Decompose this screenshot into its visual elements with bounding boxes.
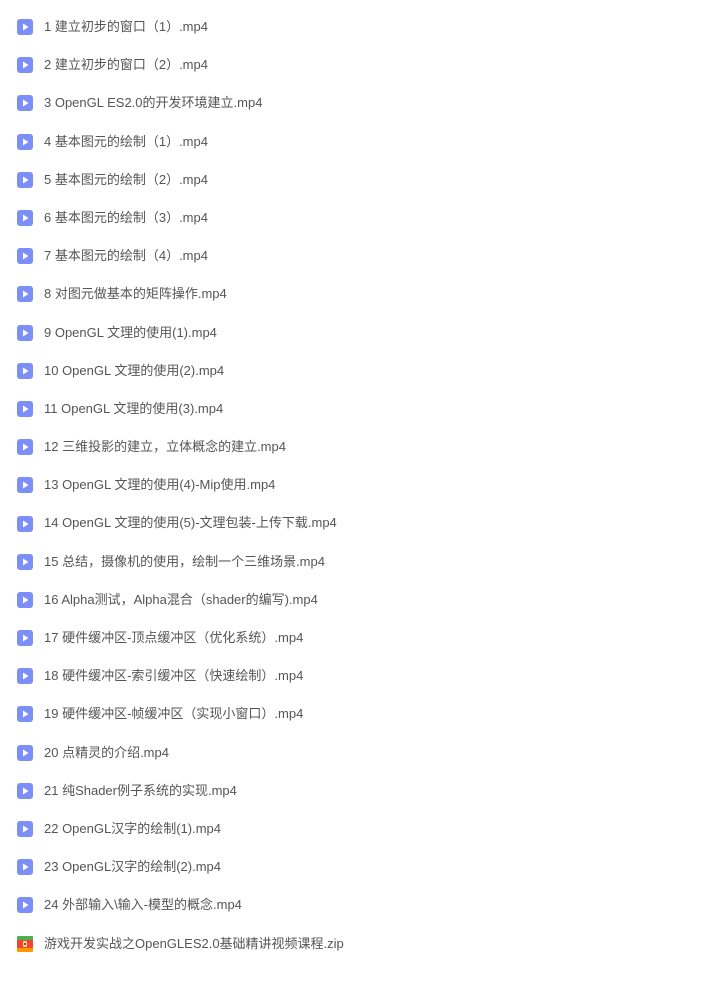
file-item[interactable]: 7 基本图元的绘制（4）.mp4 <box>0 237 722 275</box>
file-item[interactable]: 23 OpenGL汉字的绘制(2).mp4 <box>0 848 722 886</box>
video-file-icon <box>16 667 34 685</box>
file-item[interactable]: 5 基本图元的绘制（2）.mp4 <box>0 161 722 199</box>
video-file-icon <box>16 591 34 609</box>
file-name-label: 22 OpenGL汉字的绘制(1).mp4 <box>44 820 221 838</box>
file-item[interactable]: 4 基本图元的绘制（1）.mp4 <box>0 123 722 161</box>
video-file-icon <box>16 782 34 800</box>
video-file-icon <box>16 285 34 303</box>
file-item[interactable]: 11 OpenGL 文理的使用(3).mp4 <box>0 390 722 428</box>
file-item[interactable]: 1 建立初步的窗口（1）.mp4 <box>0 8 722 46</box>
file-item[interactable]: 21 纯Shader例子系统的实现.mp4 <box>0 772 722 810</box>
file-name-label: 8 对图元做基本的矩阵操作.mp4 <box>44 285 227 303</box>
file-item[interactable]: 2 建立初步的窗口（2）.mp4 <box>0 46 722 84</box>
file-name-label: 9 OpenGL 文理的使用(1).mp4 <box>44 324 217 342</box>
file-name-label: 16 Alpha测试，Alpha混合（shader的编写).mp4 <box>44 591 318 609</box>
file-item[interactable]: 18 硬件缓冲区-索引缓冲区（快速绘制）.mp4 <box>0 657 722 695</box>
file-item[interactable]: 3 OpenGL ES2.0的开发环境建立.mp4 <box>0 84 722 122</box>
file-item[interactable]: 17 硬件缓冲区-顶点缓冲区（优化系统）.mp4 <box>0 619 722 657</box>
file-name-label: 12 三维投影的建立，立体概念的建立.mp4 <box>44 438 286 456</box>
video-file-icon <box>16 553 34 571</box>
file-name-label: 4 基本图元的绘制（1）.mp4 <box>44 133 208 151</box>
file-item[interactable]: 12 三维投影的建立，立体概念的建立.mp4 <box>0 428 722 466</box>
file-name-label: 6 基本图元的绘制（3）.mp4 <box>44 209 208 227</box>
video-file-icon <box>16 896 34 914</box>
video-file-icon <box>16 400 34 418</box>
file-item[interactable]: 19 硬件缓冲区-帧缓冲区（实现小窗口）.mp4 <box>0 695 722 733</box>
file-name-label: 20 点精灵的介绍.mp4 <box>44 744 169 762</box>
video-file-icon <box>16 18 34 36</box>
file-item[interactable]: 13 OpenGL 文理的使用(4)-Mip使用.mp4 <box>0 466 722 504</box>
video-file-icon <box>16 171 34 189</box>
file-name-label: 19 硬件缓冲区-帧缓冲区（实现小窗口）.mp4 <box>44 705 303 723</box>
file-name-label: 11 OpenGL 文理的使用(3).mp4 <box>44 400 223 418</box>
file-item[interactable]: 22 OpenGL汉字的绘制(1).mp4 <box>0 810 722 848</box>
video-file-icon <box>16 56 34 74</box>
video-file-icon <box>16 629 34 647</box>
file-name-label: 游戏开发实战之OpenGLES2.0基础精讲视频课程.zip <box>44 935 344 953</box>
video-file-icon <box>16 858 34 876</box>
file-name-label: 14 OpenGL 文理的使用(5)-文理包装-上传下载.mp4 <box>44 514 337 532</box>
file-name-label: 18 硬件缓冲区-索引缓冲区（快速绘制）.mp4 <box>44 667 303 685</box>
file-name-label: 1 建立初步的窗口（1）.mp4 <box>44 18 208 36</box>
video-file-icon <box>16 209 34 227</box>
file-name-label: 24 外部输入\输入-模型的概念.mp4 <box>44 896 242 914</box>
file-name-label: 3 OpenGL ES2.0的开发环境建立.mp4 <box>44 94 262 112</box>
file-name-label: 2 建立初步的窗口（2）.mp4 <box>44 56 208 74</box>
video-file-icon <box>16 324 34 342</box>
video-file-icon <box>16 438 34 456</box>
file-list: 1 建立初步的窗口（1）.mp4 2 建立初步的窗口（2）.mp4 3 Open… <box>0 8 722 963</box>
file-name-label: 10 OpenGL 文理的使用(2).mp4 <box>44 362 224 380</box>
file-item[interactable]: 9 OpenGL 文理的使用(1).mp4 <box>0 314 722 352</box>
file-name-label: 5 基本图元的绘制（2）.mp4 <box>44 171 208 189</box>
zip-file-icon <box>16 935 34 953</box>
file-item[interactable]: 游戏开发实战之OpenGLES2.0基础精讲视频课程.zip <box>0 925 722 963</box>
file-name-label: 23 OpenGL汉字的绘制(2).mp4 <box>44 858 221 876</box>
video-file-icon <box>16 247 34 265</box>
file-name-label: 17 硬件缓冲区-顶点缓冲区（优化系统）.mp4 <box>44 629 303 647</box>
file-item[interactable]: 15 总结，摄像机的使用，绘制一个三维场景.mp4 <box>0 543 722 581</box>
video-file-icon <box>16 362 34 380</box>
file-name-label: 15 总结，摄像机的使用，绘制一个三维场景.mp4 <box>44 553 325 571</box>
file-item[interactable]: 8 对图元做基本的矩阵操作.mp4 <box>0 275 722 313</box>
file-item[interactable]: 10 OpenGL 文理的使用(2).mp4 <box>0 352 722 390</box>
video-file-icon <box>16 133 34 151</box>
video-file-icon <box>16 705 34 723</box>
video-file-icon <box>16 515 34 533</box>
file-item[interactable]: 24 外部输入\输入-模型的概念.mp4 <box>0 886 722 924</box>
file-name-label: 7 基本图元的绘制（4）.mp4 <box>44 247 208 265</box>
file-item[interactable]: 16 Alpha测试，Alpha混合（shader的编写).mp4 <box>0 581 722 619</box>
video-file-icon <box>16 476 34 494</box>
file-item[interactable]: 6 基本图元的绘制（3）.mp4 <box>0 199 722 237</box>
video-file-icon <box>16 94 34 112</box>
video-file-icon <box>16 744 34 762</box>
file-item[interactable]: 20 点精灵的介绍.mp4 <box>0 734 722 772</box>
video-file-icon <box>16 820 34 838</box>
file-name-label: 21 纯Shader例子系统的实现.mp4 <box>44 782 237 800</box>
file-item[interactable]: 14 OpenGL 文理的使用(5)-文理包装-上传下载.mp4 <box>0 504 722 542</box>
file-name-label: 13 OpenGL 文理的使用(4)-Mip使用.mp4 <box>44 476 275 494</box>
